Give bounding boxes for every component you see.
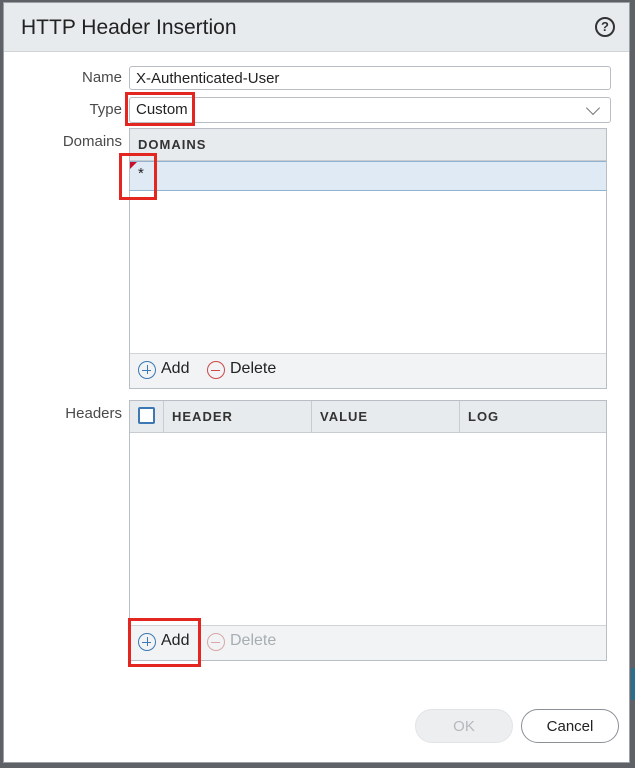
type-label: Type — [89, 101, 122, 118]
select-all-checkbox[interactable] — [138, 407, 155, 424]
dialog-title: HTTP Header Insertion — [21, 16, 237, 39]
name-label: Name — [81, 69, 122, 86]
domains-grid-footer: Add Delete — [130, 353, 606, 388]
headers-delete-button[interactable]: Delete — [207, 632, 287, 654]
domains-grid-header: DOMAINS — [130, 129, 606, 161]
column-header-header[interactable]: HEADER — [163, 401, 311, 432]
cancel-button[interactable]: Cancel — [521, 709, 619, 743]
name-input[interactable]: X-Authenticated-User — [129, 66, 611, 90]
delete-circle-icon — [207, 633, 225, 651]
headers-delete-label: Delete — [230, 632, 277, 649]
domains-label: Domains — [62, 133, 122, 150]
type-select[interactable]: Custom — [129, 97, 611, 123]
help-icon[interactable]: ? — [595, 17, 615, 37]
column-header-domains[interactable]: DOMAINS — [130, 129, 606, 160]
headers-grid-footer: Add Delete — [130, 625, 606, 660]
dialog-titlebar: HTTP Header Insertion ? — [4, 3, 629, 52]
http-header-insertion-dialog: HTTP Header Insertion ? Name X-Authentic… — [3, 2, 630, 763]
headers-label: Headers — [65, 405, 122, 422]
background-strip — [631, 668, 635, 700]
column-header-log[interactable]: LOG — [459, 401, 603, 432]
table-row[interactable]: * — [130, 161, 606, 191]
domains-grid: DOMAINS * Add Delete — [129, 128, 607, 389]
domains-add-label: Add — [161, 360, 190, 377]
headers-add-highlight-box — [128, 618, 201, 667]
type-highlight-box — [125, 92, 195, 126]
delete-circle-icon — [207, 361, 225, 379]
domains-delete-button[interactable]: Delete — [207, 360, 287, 382]
column-header-value[interactable]: VALUE — [311, 401, 459, 432]
domains-delete-label: Delete — [230, 360, 277, 377]
domains-add-button[interactable]: Add — [138, 360, 198, 382]
headers-grid-header: HEADER VALUE LOG — [130, 401, 606, 433]
chevron-down-icon — [585, 100, 601, 116]
name-input-value: X-Authenticated-User — [136, 70, 280, 87]
domain-row-highlight-box — [119, 153, 157, 200]
ok-button[interactable]: OK — [415, 709, 513, 743]
add-circle-icon — [138, 361, 156, 379]
